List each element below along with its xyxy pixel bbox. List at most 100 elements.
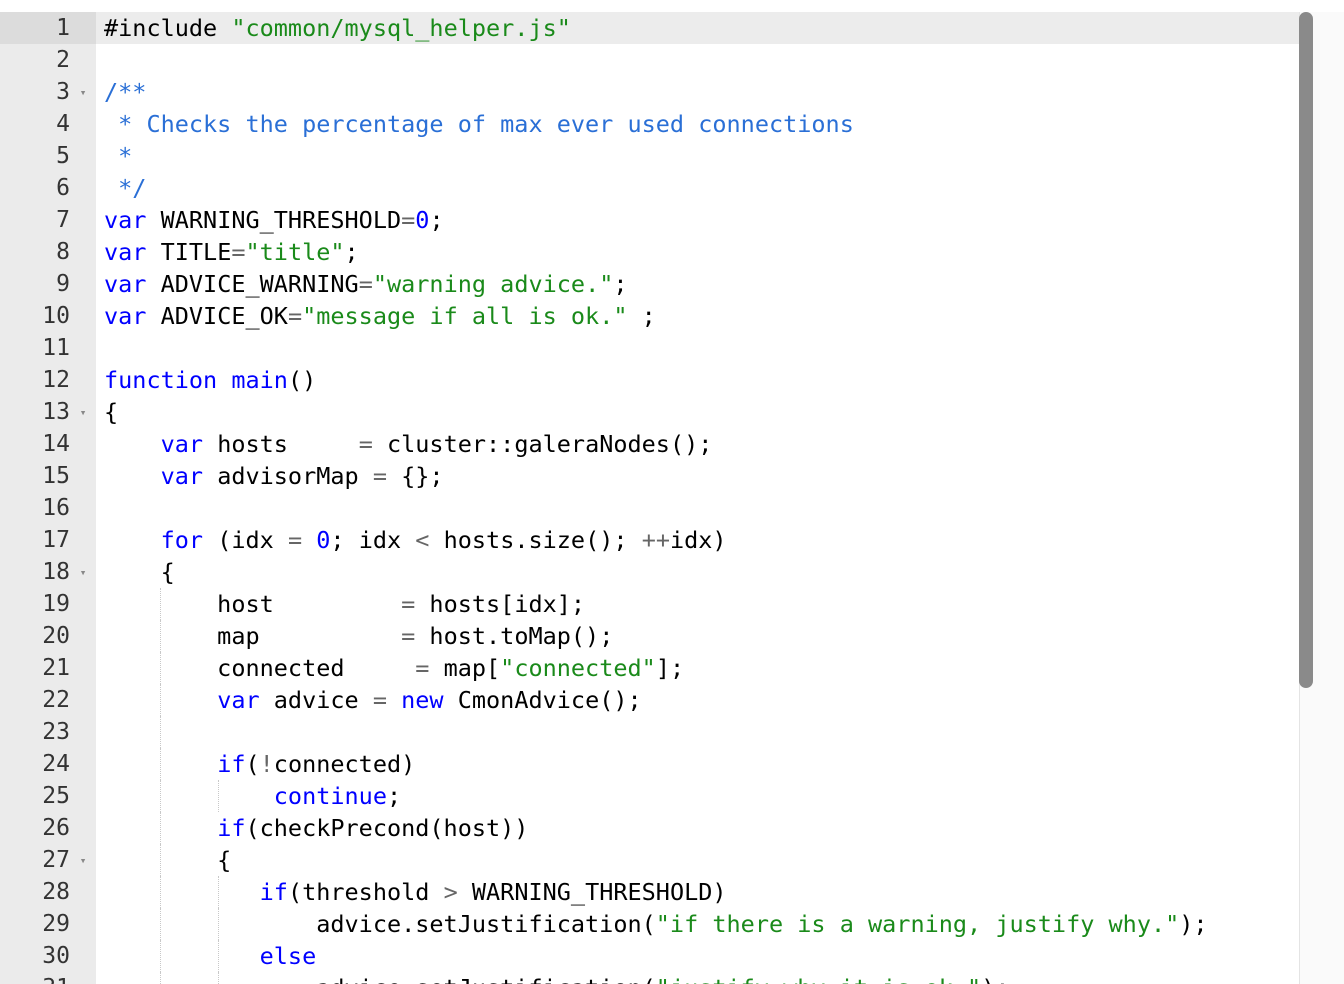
code-text[interactable]: var advisorMap = {}; <box>96 460 1300 492</box>
code-line[interactable]: 19 host = hosts[idx]; <box>0 588 1300 620</box>
code-text[interactable]: var WARNING_THRESHOLD=0; <box>96 204 1300 236</box>
code-text[interactable]: advice.setJustification("if there is a w… <box>96 908 1300 940</box>
code-line[interactable]: 6 */ <box>0 172 1300 204</box>
code-token: host <box>104 590 402 618</box>
line-number-text: 26 <box>42 815 70 841</box>
code-text[interactable]: else <box>96 940 1300 972</box>
code-text[interactable]: map = host.toMap(); <box>96 620 1300 652</box>
fold-toggle-icon[interactable]: ▾ <box>77 76 89 110</box>
code-line[interactable]: 1 #include "common/mysql_helper.js" <box>0 12 1300 44</box>
line-number-text: 18 <box>42 559 70 585</box>
code-text[interactable] <box>96 716 1300 748</box>
indent-guide <box>218 876 219 908</box>
code-line[interactable]: 5 * <box>0 140 1300 172</box>
code-line[interactable]: 20 map = host.toMap(); <box>0 620 1300 652</box>
line-number: 17 <box>0 524 70 556</box>
code-text[interactable]: if(!connected) <box>96 748 1300 780</box>
code-text[interactable]: * Checks the percentage of max ever used… <box>96 108 1300 140</box>
code-text[interactable]: if(checkPrecond(host)) <box>96 812 1300 844</box>
code-line[interactable]: 21 connected = map["connected"]; <box>0 652 1300 684</box>
code-line[interactable]: 13 ▾ { <box>0 396 1300 428</box>
code-line[interactable]: 24 if(!connected) <box>0 748 1300 780</box>
code-line[interactable]: 27 ▾ { <box>0 844 1300 876</box>
code-token: ); <box>981 974 1009 984</box>
indent-guide <box>160 972 161 984</box>
code-token: hosts.size(); <box>429 526 642 554</box>
code-text[interactable]: /** <box>96 76 1300 108</box>
code-text[interactable]: { <box>96 844 1300 876</box>
code-text[interactable]: host = hosts[idx]; <box>96 588 1300 620</box>
code-token: (idx <box>203 526 288 554</box>
code-text[interactable]: function main() <box>96 364 1300 396</box>
code-text[interactable]: { <box>96 556 1300 588</box>
code-line[interactable]: 9 var ADVICE_WARNING="warning advice."; <box>0 268 1300 300</box>
code-text[interactable]: var ADVICE_WARNING="warning advice."; <box>96 268 1300 300</box>
line-number: 29 <box>0 908 70 940</box>
code-line[interactable]: 3 ▾ /** <box>0 76 1300 108</box>
code-token: { <box>104 558 175 586</box>
code-line[interactable]: 17 for (idx = 0; idx < hosts.size(); ++i… <box>0 524 1300 556</box>
code-line[interactable]: 2 <box>0 44 1300 76</box>
code-token: ! <box>259 750 274 778</box>
line-number: 15 <box>0 460 70 492</box>
line-number: 31 <box>0 972 70 984</box>
code-text[interactable]: var hosts = cluster::galeraNodes(); <box>96 428 1300 460</box>
code-text[interactable]: #include "common/mysql_helper.js" <box>96 12 1300 44</box>
code-token: "connected" <box>500 654 656 682</box>
code-line[interactable]: 12 function main() <box>0 364 1300 396</box>
code-line[interactable]: 29 advice.setJustification("if there is … <box>0 908 1300 940</box>
code-text[interactable]: advice.setJustification("justify why it … <box>96 972 1300 984</box>
code-line[interactable]: 14 var hosts = cluster::galeraNodes(); <box>0 428 1300 460</box>
code-text[interactable]: var ADVICE_OK="message if all is ok." ; <box>96 300 1300 332</box>
code-line[interactable]: 22 var advice = new CmonAdvice(); <box>0 684 1300 716</box>
line-number-text: 31 <box>42 975 70 984</box>
code-token: if <box>259 878 288 906</box>
code-text[interactable]: */ <box>96 172 1300 204</box>
code-text[interactable]: continue; <box>96 780 1300 812</box>
fold-toggle-icon[interactable]: ▾ <box>77 556 89 590</box>
code-token: = <box>358 270 373 298</box>
code-line[interactable]: 16 <box>0 492 1300 524</box>
code-text[interactable] <box>96 492 1300 524</box>
code-token: = <box>358 430 373 458</box>
code-editor[interactable]: 1 #include "common/mysql_helper.js" 2 3 ▾/**… <box>0 0 1344 984</box>
code-line[interactable]: 8 var TITLE="title"; <box>0 236 1300 268</box>
code-text[interactable] <box>96 44 1300 76</box>
code-text[interactable]: if(threshold > WARNING_THRESHOLD) <box>96 876 1300 908</box>
line-number: 8 <box>0 236 70 268</box>
code-line[interactable]: 26 if(checkPrecond(host)) <box>0 812 1300 844</box>
line-number: 16 <box>0 492 70 524</box>
code-line[interactable]: 10 var ADVICE_OK="message if all is ok." … <box>0 300 1300 332</box>
code-text[interactable]: * <box>96 140 1300 172</box>
indent-guide <box>218 940 219 972</box>
code-line[interactable]: 30 else <box>0 940 1300 972</box>
code-line[interactable]: 31 advice.setJustification("justify why … <box>0 972 1300 984</box>
code-line[interactable]: 15 var advisorMap = {}; <box>0 460 1300 492</box>
fold-toggle-icon[interactable]: ▾ <box>77 844 89 878</box>
line-number-text: 11 <box>42 335 70 361</box>
code-line[interactable]: 28 if(threshold > WARNING_THRESHOLD) <box>0 876 1300 908</box>
code-token: { <box>104 398 119 426</box>
code-token: * Checks the percentage of max ever used… <box>104 110 854 138</box>
code-line[interactable]: 18 ▾ { <box>0 556 1300 588</box>
code-text[interactable]: connected = map["connected"]; <box>96 652 1300 684</box>
code-lines[interactable]: 1 #include "common/mysql_helper.js" 2 3 ▾/**… <box>0 12 1300 984</box>
code-text[interactable] <box>96 332 1300 364</box>
code-text[interactable]: for (idx = 0; idx < hosts.size(); ++idx) <box>96 524 1300 556</box>
indent-guide <box>160 940 161 972</box>
code-text[interactable]: { <box>96 396 1300 428</box>
fold-toggle-icon[interactable]: ▾ <box>77 396 89 430</box>
code-line[interactable]: 23 <box>0 716 1300 748</box>
code-text[interactable]: var TITLE="title"; <box>96 236 1300 268</box>
code-line[interactable]: 11 <box>0 332 1300 364</box>
code-line[interactable]: 25 continue; <box>0 780 1300 812</box>
code-line[interactable]: 7 var WARNING_THRESHOLD=0; <box>0 204 1300 236</box>
line-number-text: 17 <box>42 527 70 553</box>
vertical-scrollbar-thumb[interactable] <box>1299 12 1313 688</box>
indent-guide <box>160 748 161 780</box>
code-line[interactable]: 4 * Checks the percentage of max ever us… <box>0 108 1300 140</box>
code-token: if <box>217 814 246 842</box>
code-text[interactable]: var advice = new CmonAdvice(); <box>96 684 1300 716</box>
